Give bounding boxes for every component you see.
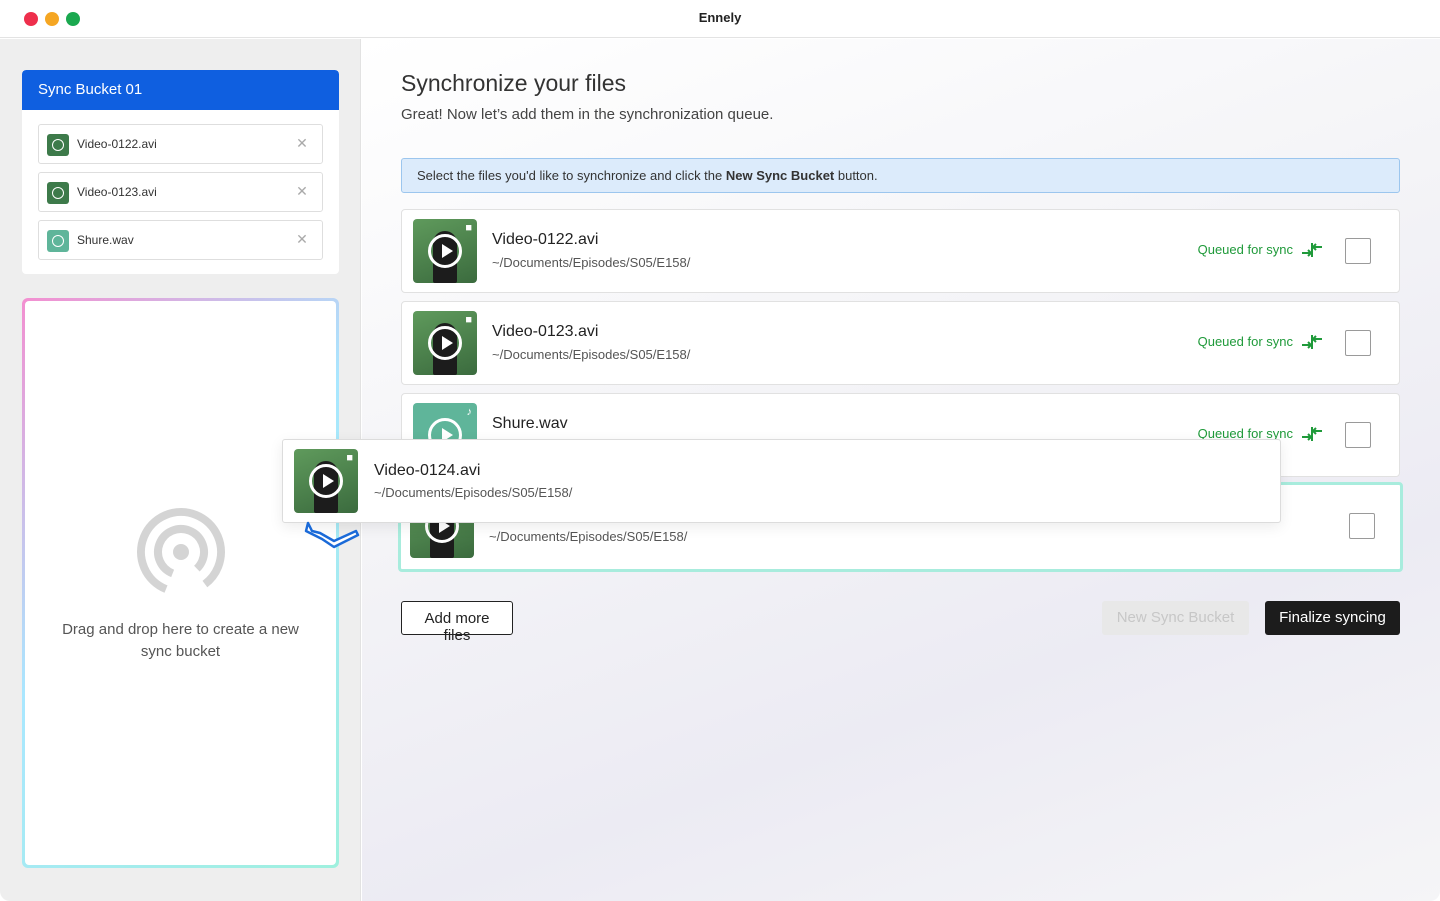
file-select-checkbox[interactable] [1349, 513, 1375, 539]
play-icon [428, 234, 462, 268]
file-path: ~/Documents/Episodes/S05/E158/ [492, 255, 691, 270]
finalize-syncing-button[interactable]: Finalize syncing [1265, 601, 1400, 635]
music-note-icon: ♪ [466, 406, 473, 418]
file-row[interactable]: ■ Video-0122.avi ~/Documents/Episodes/S0… [401, 209, 1400, 293]
file-select-checkbox[interactable] [1345, 422, 1371, 448]
file-path: ~/Documents/Episodes/S05/E158/ [489, 529, 688, 544]
sync-arrows-icon [1302, 427, 1322, 441]
file-row[interactable]: ■ Video-0123.avi ~/Documents/Episodes/S0… [401, 301, 1400, 385]
info-banner: Select the files you'd like to synchroni… [401, 158, 1400, 193]
file-name: Video-0124.avi [374, 462, 481, 479]
file-select-checkbox[interactable] [1345, 238, 1371, 264]
page-title: Synchronize your files [401, 70, 626, 96]
play-icon [428, 326, 462, 360]
video-camera-icon: ■ [465, 222, 472, 234]
close-icon[interactable]: ✕ [294, 183, 310, 199]
play-icon [309, 464, 343, 498]
close-icon[interactable]: ✕ [294, 231, 310, 247]
video-thumbnail-icon [47, 134, 69, 156]
bucket-item[interactable]: Video-0122.avi ✕ [38, 124, 323, 164]
app-title: Ennely [698, 10, 742, 25]
audio-thumbnail-icon [47, 230, 69, 252]
title-bar: Ennely [0, 0, 1440, 38]
new-bucket-dropzone[interactable]: Drag and drop here to create a new sync … [22, 298, 339, 868]
video-camera-icon: ■ [346, 452, 353, 464]
add-more-files-button[interactable]: Add more files [401, 601, 513, 644]
drag-hand-cursor-icon [304, 521, 360, 549]
page-subtitle: Great! Now let’s add them in the synchro… [401, 106, 774, 123]
video-thumbnail-icon [47, 182, 69, 204]
sync-status: Queued for sync [1197, 334, 1293, 349]
sync-arrows-icon [1302, 335, 1322, 349]
video-camera-icon: ■ [465, 314, 472, 326]
banner-text: Select the files you'd like to synchroni… [417, 168, 726, 183]
dropzone-instructions: Drag and drop here to create a new sync … [62, 621, 299, 660]
file-path: ~/Documents/Episodes/S05/E158/ [374, 485, 573, 500]
bucket-item-name: Video-0122.avi [77, 137, 157, 151]
bucket-item-name: Video-0123.avi [77, 185, 157, 199]
sync-bucket-title[interactable]: Sync Bucket 01 [22, 70, 339, 110]
banner-text-end: button. [834, 168, 878, 183]
file-path: ~/Documents/Episodes/S05/E158/ [492, 347, 691, 362]
video-thumbnail[interactable]: ■ [413, 311, 477, 375]
close-icon[interactable]: ✕ [294, 135, 310, 151]
bucket-item[interactable]: Shure.wav ✕ [38, 220, 323, 260]
file-name: Video-0123.avi [492, 323, 599, 340]
file-select-checkbox[interactable] [1345, 330, 1371, 356]
dropzone-area: Drag and drop here to create a new sync … [25, 301, 336, 865]
app-window: Ennely Sync Bucket 01 Video-0122.avi ✕ V… [0, 0, 1440, 901]
video-thumbnail: ■ [294, 449, 358, 513]
dragged-file-card[interactable]: ■ Video-0124.avi ~/Documents/Episodes/S0… [282, 439, 1281, 523]
sync-bucket-card: Sync Bucket 01 Video-0122.avi ✕ Video-01… [22, 70, 339, 274]
bucket-item-name: Shure.wav [77, 233, 134, 247]
file-name: Shure.wav [492, 415, 568, 432]
sync-arrows-icon [1302, 243, 1322, 257]
bucket-item[interactable]: Video-0123.avi ✕ [38, 172, 323, 212]
new-sync-bucket-button[interactable]: New Sync Bucket [1102, 601, 1249, 635]
video-thumbnail[interactable]: ■ [413, 219, 477, 283]
broadcast-icon [137, 508, 225, 596]
banner-emphasis: New Sync Bucket [725, 168, 835, 183]
file-name: Video-0122.avi [492, 231, 599, 248]
sync-status: Queued for sync [1197, 242, 1293, 257]
